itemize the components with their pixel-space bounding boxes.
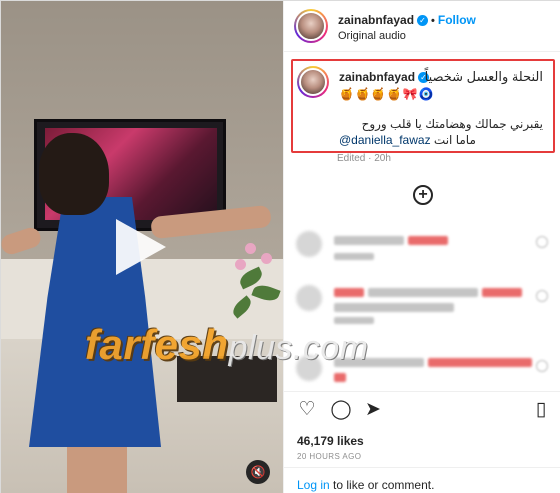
comment-item bbox=[296, 231, 550, 271]
comment-item bbox=[296, 285, 550, 325]
comment-like-icon[interactable] bbox=[536, 236, 548, 248]
heart-icon[interactable]: ♡ bbox=[296, 399, 318, 421]
action-bar: ♡ ◯ ➤ ▯ bbox=[296, 399, 552, 423]
caption-mention[interactable]: @daniella_fawaz bbox=[339, 133, 431, 147]
avatar[interactable] bbox=[294, 9, 328, 43]
comment-like-icon[interactable] bbox=[536, 290, 548, 302]
add-comment-icon[interactable]: + bbox=[413, 185, 433, 205]
header-username-row: zainabnfayad ✓ • Follow bbox=[338, 13, 476, 27]
comment-text bbox=[408, 236, 448, 245]
actions-divider bbox=[284, 391, 560, 392]
comment-text bbox=[368, 288, 478, 297]
comment-text bbox=[482, 288, 522, 297]
watermark-part-1: farfesh bbox=[85, 321, 229, 368]
comment-avatar bbox=[296, 285, 322, 311]
post-time: 20 HOURS AGO bbox=[297, 452, 362, 461]
avatar-image bbox=[296, 11, 326, 41]
login-prompt-text: to like or comment. bbox=[329, 478, 435, 492]
comment-icon[interactable]: ◯ bbox=[330, 399, 352, 421]
comment-meta bbox=[334, 253, 374, 260]
comment-text bbox=[334, 303, 454, 312]
send-icon[interactable]: ➤ bbox=[362, 399, 384, 421]
likes-count[interactable]: 46,179 likes bbox=[297, 434, 364, 448]
caption-line-3: @daniella_fawaz ماما انت bbox=[339, 133, 476, 147]
plant-flower bbox=[261, 253, 272, 264]
watermark: farfeshplus.com bbox=[85, 321, 369, 369]
caption-username-row: zainabnfayad ✓ bbox=[339, 70, 430, 84]
video-girl-hair bbox=[39, 133, 109, 215]
video-player[interactable]: 🔇 bbox=[1, 1, 283, 493]
caption-highlight: zainabnfayad ✓ النحلة والعسل شخصياً 🍯🍯🍯🍯🎀… bbox=[291, 59, 555, 153]
login-prompt: Log in to like or comment. bbox=[297, 478, 434, 492]
footer-divider bbox=[284, 467, 560, 468]
caption-avatar[interactable] bbox=[297, 66, 329, 98]
caption-emojis: 🍯🍯🍯🍯🎀🧿 bbox=[339, 87, 435, 101]
login-link[interactable]: Log in bbox=[297, 478, 330, 492]
header-divider bbox=[284, 51, 560, 52]
follow-button[interactable]: Follow bbox=[438, 13, 476, 27]
header-username[interactable]: zainabnfayad bbox=[338, 13, 414, 27]
comment-text bbox=[334, 288, 364, 297]
caption-line-3-text: ماما انت bbox=[433, 133, 476, 147]
post-sidebar: zainabnfayad ✓ • Follow Original audio zain… bbox=[283, 1, 560, 493]
separator-dot: • bbox=[431, 15, 435, 27]
caption-avatar-image bbox=[299, 68, 327, 96]
caption-line-2: يقبرني جمالك وهضامتك يا قلب وروح bbox=[361, 117, 543, 131]
comment-text bbox=[334, 236, 404, 245]
video-girl-legs bbox=[67, 441, 127, 493]
watermark-part-2: plus.com bbox=[228, 329, 369, 367]
caption-line-1: النحلة والعسل شخصياً bbox=[424, 69, 543, 84]
plant-leaf bbox=[229, 295, 255, 319]
comment-text bbox=[428, 358, 532, 367]
plant-flower bbox=[245, 243, 256, 254]
original-audio-link[interactable]: Original audio bbox=[338, 30, 406, 42]
bookmark-icon[interactable]: ▯ bbox=[530, 399, 552, 421]
mute-icon[interactable]: 🔇 bbox=[246, 460, 270, 484]
comment-like-icon[interactable] bbox=[536, 360, 548, 372]
caption-username[interactable]: zainabnfayad bbox=[339, 70, 415, 84]
plant-flower bbox=[235, 259, 246, 270]
instagram-post: 🔇 zainabnfayad ✓ • Follow Original audio za… bbox=[0, 0, 560, 493]
comment-avatar bbox=[296, 231, 322, 257]
caption-edited: Edited · 20h bbox=[337, 153, 391, 164]
play-icon[interactable] bbox=[116, 219, 166, 275]
comment-text bbox=[334, 373, 346, 382]
plant-leaf bbox=[251, 281, 281, 305]
verified-badge-icon: ✓ bbox=[417, 15, 429, 27]
post-header: zainabnfayad ✓ • Follow Original audio bbox=[294, 9, 556, 43]
